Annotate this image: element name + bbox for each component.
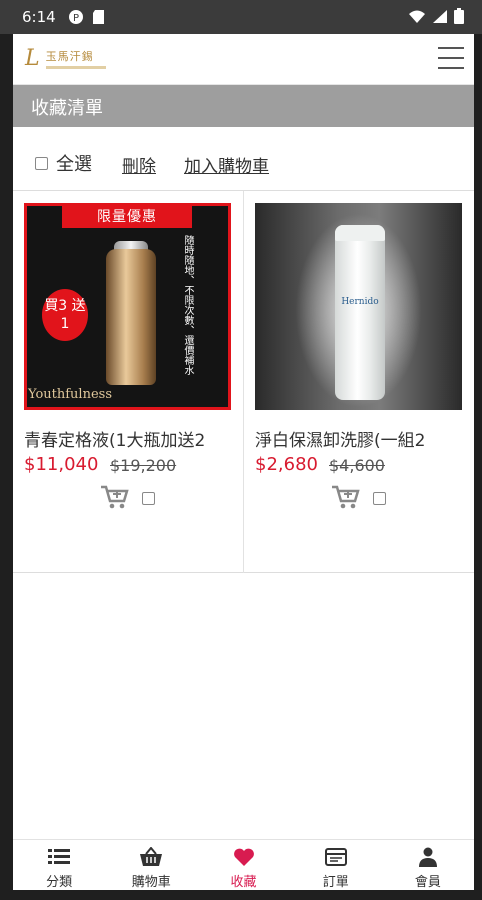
tab-favorites[interactable]: 收藏 bbox=[197, 840, 289, 890]
app-screen: L 玉馬汗錫 收藏清單 全選 刪除 加入購物車 限量優惠 買3 送1 隨時隨地、… bbox=[13, 34, 474, 890]
tab-orders[interactable]: 訂單 bbox=[290, 840, 382, 890]
bottle-graphic bbox=[335, 225, 385, 400]
select-all-control[interactable]: 全選 bbox=[35, 150, 92, 176]
tab-label: 訂單 bbox=[322, 875, 349, 890]
basket-icon bbox=[140, 847, 163, 866]
hamburger-icon[interactable] bbox=[438, 47, 464, 69]
tab-member[interactable]: 會員 bbox=[382, 840, 474, 890]
product-original-price: $4,600 bbox=[329, 456, 385, 475]
bottle-cap-graphic bbox=[335, 225, 385, 241]
delete-link[interactable]: 刪除 bbox=[122, 152, 156, 177]
product-checkbox[interactable] bbox=[373, 492, 386, 505]
wifi-icon bbox=[409, 10, 425, 23]
add-to-cart-icon[interactable] bbox=[330, 481, 360, 511]
add-to-cart-icon[interactable] bbox=[99, 481, 129, 511]
select-all-label: 全選 bbox=[56, 154, 92, 175]
favorites-actions: 全選 刪除 加入購物車 bbox=[13, 127, 474, 191]
logo-mark-icon: L bbox=[25, 46, 40, 71]
product-price: $2,680 bbox=[255, 454, 318, 475]
product-name[interactable]: 淨白保濕卸洗膠(一組2 bbox=[255, 426, 465, 451]
image-banner: 限量優惠 bbox=[62, 206, 192, 228]
image-brand-text: Youthfulness bbox=[28, 387, 112, 402]
select-all-checkbox[interactable] bbox=[35, 156, 48, 170]
bottom-tab-bar: 分類 購物車 收藏 訂單 會員 bbox=[13, 839, 474, 890]
image-brand-text: Hernido bbox=[341, 297, 379, 307]
favorites-grid: 限量優惠 買3 送1 隨時隨地、不限次數、還價補水 Youthfulness 青… bbox=[13, 191, 474, 573]
page-title: 收藏清單 bbox=[31, 98, 103, 119]
status-time: 6:14 bbox=[22, 8, 56, 26]
add-to-cart-link[interactable]: 加入購物車 bbox=[184, 152, 269, 177]
product-name[interactable]: 青春定格液(1大瓶加送2 bbox=[24, 426, 234, 451]
tab-category[interactable]: 分類 bbox=[13, 840, 105, 890]
order-icon bbox=[324, 848, 347, 866]
page-title-bar: 收藏清單 bbox=[13, 85, 474, 127]
image-caption: 隨時隨地、不限次數、還價補水 bbox=[182, 235, 193, 375]
top-app-bar: L 玉馬汗錫 bbox=[13, 34, 474, 85]
product-card[interactable]: 限量優惠 買3 送1 隨時隨地、不限次數、還價補水 Youthfulness 青… bbox=[13, 191, 243, 573]
product-image[interactable]: 限量優惠 買3 送1 隨時隨地、不限次數、還價補水 Youthfulness bbox=[24, 203, 231, 410]
tab-label: 分類 bbox=[46, 875, 73, 890]
signal-icon bbox=[433, 9, 447, 23]
tab-label: 會員 bbox=[414, 875, 441, 890]
product-price: $11,040 bbox=[24, 454, 99, 475]
svg-text:P: P bbox=[73, 13, 79, 24]
tab-cart[interactable]: 購物車 bbox=[105, 840, 197, 890]
status-bar: 6:14 P bbox=[0, 0, 482, 34]
promo-badge: 買3 送1 bbox=[42, 289, 88, 341]
brand-logo[interactable]: L 玉馬汗錫 bbox=[25, 46, 106, 71]
product-image[interactable]: Hernido bbox=[255, 203, 462, 410]
tab-label: 收藏 bbox=[230, 875, 257, 890]
person-icon bbox=[418, 847, 437, 867]
list-icon bbox=[48, 849, 71, 864]
product-checkbox[interactable] bbox=[142, 492, 155, 505]
logo-text: 玉馬汗錫 bbox=[45, 50, 94, 63]
bottle-graphic bbox=[106, 249, 156, 385]
product-card[interactable]: Hernido 淨白保濕卸洗膠(一組2 $2,680 $4,600 bbox=[244, 191, 474, 573]
tab-label: 購物車 bbox=[131, 875, 171, 890]
sd-card-icon bbox=[93, 10, 104, 24]
battery-icon bbox=[454, 8, 464, 24]
logo-underline bbox=[45, 66, 106, 69]
notification-icon: P bbox=[69, 10, 83, 24]
heart-icon bbox=[233, 848, 254, 866]
product-original-price: $19,200 bbox=[110, 456, 177, 475]
